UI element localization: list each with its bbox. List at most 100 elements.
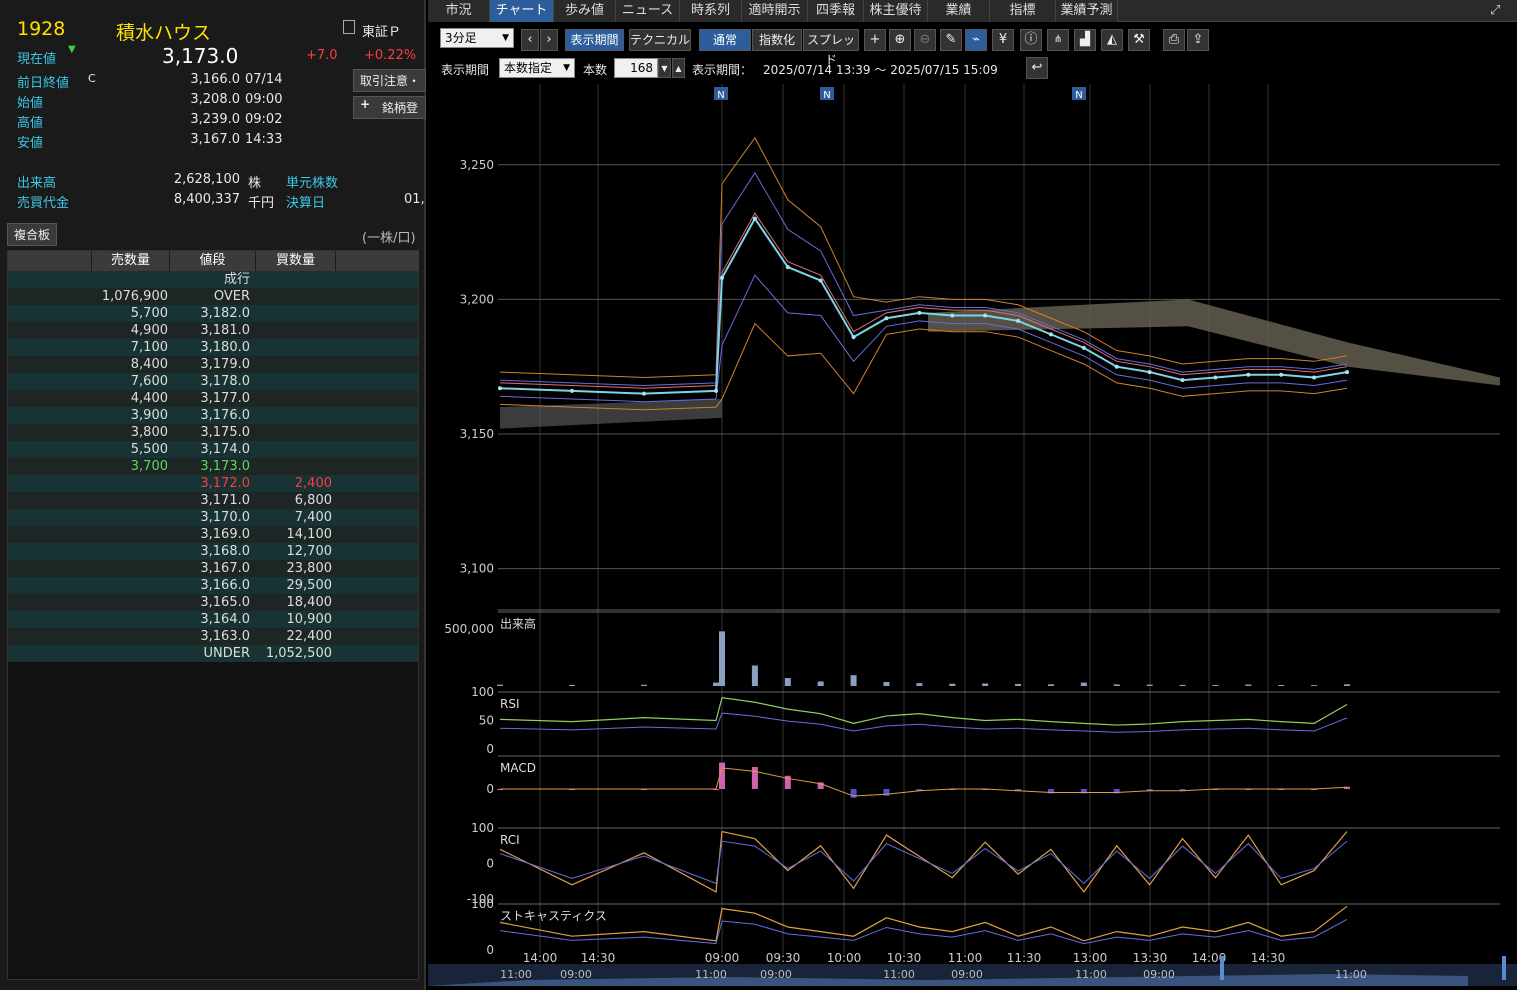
chevron-right-icon[interactable]: › [540,29,558,51]
yen-icon[interactable]: ¥ [992,29,1014,51]
indicator-line [499,840,1348,885]
board-row[interactable]: 4,400 3,177.0 [8,390,418,407]
line-tool-icon[interactable]: ⌁ [965,29,987,51]
price-point [1213,375,1218,380]
period-mode-select[interactable]: 本数指定 ▼ [499,58,575,78]
board-title-button[interactable]: 複合板 [7,223,58,246]
tab-item[interactable]: 時系列 [680,0,742,22]
tab-item[interactable]: チャート [490,0,554,22]
board-row[interactable]: 5,700 3,182.0 [8,305,418,322]
x-tick-label: 10:00 [827,951,862,965]
price-point [785,265,790,270]
pencil-icon[interactable]: ✎ [940,29,962,51]
board-row[interactable]: 1,076,900 OVER [8,288,418,305]
period-label: 表示期間 [441,63,490,77]
volume-bar [1047,684,1054,686]
board-row[interactable]: 3,165.0 18,400 [8,594,418,611]
tab-item[interactable]: 四季報 [808,0,864,22]
crosshair-icon[interactable]: + [864,29,886,51]
board-price: OVER [213,289,250,304]
quote-row-label: 始値 [17,96,44,111]
tab-item[interactable]: 業績予測 [1056,0,1118,22]
count-dropdown-icon[interactable]: ▼ [658,58,671,78]
undo-icon[interactable]: ↩ [1026,57,1048,79]
board-row[interactable]: 3,168.0 12,700 [8,543,418,560]
board-row[interactable]: 3,163.0 22,400 [8,628,418,645]
board-buy-qty: 22,400 [286,629,333,644]
board-row[interactable]: 3,164.0 10,900 [8,611,418,628]
area-chart-icon[interactable]: ◭ [1101,29,1123,51]
board-price: 3,174.0 [200,442,250,457]
quote-row-time: 09:00 [245,92,283,107]
y-tick-label: 3,200 [460,292,494,306]
tab-item[interactable]: 株主優待 [864,0,928,22]
tab-item[interactable]: 歩み値 [554,0,616,22]
board-row[interactable]: 5,500 3,174.0 [8,441,418,458]
board-row[interactable]: 3,167.0 23,800 [8,560,418,577]
board-header-sell: 売数量 [92,251,170,271]
tab-item[interactable]: 業績 [928,0,990,22]
count-stepper-icon[interactable]: ▲ [672,58,685,78]
tab-item[interactable]: 市況 [428,0,490,22]
board-row[interactable]: 7,600 3,178.0 [8,373,418,390]
board-sell-qty: 5,500 [130,442,168,457]
normal-button[interactable]: 通常 [699,29,751,51]
board-buy-qty: 14,100 [286,527,333,542]
expand-icon[interactable]: ⤢ [1490,3,1500,18]
volume-bars-icon[interactable]: ▟ [1074,29,1096,51]
tab-item[interactable]: ニュース [616,0,680,22]
trade-caution-button[interactable]: 取引注意・ [353,69,426,92]
board-price: 3,168.0 [200,544,250,559]
zoom-out-icon[interactable]: ⊖ [914,29,936,51]
info-icon[interactable]: ⓘ [1020,29,1042,51]
volume-bar [850,675,857,686]
board-row[interactable]: 3,171.0 6,800 [8,492,418,509]
my-indicator-icon[interactable]: ⋔ [1047,29,1069,51]
board-row[interactable]: 成行 [8,271,418,288]
x-tick-label: 14:30 [581,951,616,965]
period-mode-value: 本数指定 [504,61,553,75]
interval-select[interactable]: 3分足 ▼ [440,28,514,48]
board-row[interactable]: 3,900 3,176.0 [8,407,418,424]
add-watchlist-button[interactable]: + 銘柄登 [353,96,426,119]
count-label: 本数 [583,63,608,77]
indicator-line [499,212,1348,389]
board-sell-qty: 4,400 [130,391,168,406]
technical-button[interactable]: テクニカル [629,29,691,51]
price-point [714,388,718,393]
export-icon[interactable]: ⇪ [1187,29,1209,51]
spread-button[interactable]: スプレッド [803,29,859,67]
board-row[interactable]: 3,800 3,175.0 [8,424,418,441]
board-buy-qty: 2,400 [294,476,332,491]
price-chart[interactable]: 3,250 3,200 3,150 3,100 N N N 14:00 14:30 09:00 09… [428,84,1517,990]
chevron-left-icon[interactable]: ‹ [521,29,539,51]
x-tick-label: 11:30 [1007,951,1042,965]
panel-title: RCI [500,833,520,847]
board-row[interactable]: 4,900 3,181.0 [8,322,418,339]
board-row[interactable]: UNDER 1,052,500 [8,645,418,662]
board-row[interactable]: 8,400 3,179.0 [8,356,418,373]
wrench-icon[interactable]: ⚒ [1128,29,1150,51]
chart-svg[interactable]: 3,250 3,200 3,150 3,100 N N N 14:00 14:30 09:00 09… [428,84,1517,990]
volume-bar [1113,684,1120,686]
board-price: 3,173.0 [200,459,250,474]
price-point [1279,372,1284,377]
board-row[interactable]: 3,700 3,173.0 [8,458,418,475]
board-row[interactable]: 3,172.0 2,400 [8,475,418,492]
display-period-button[interactable]: 表示期間 [565,29,624,51]
zoom-in-icon[interactable]: ⊕ [889,29,911,51]
y-tick-label: 3,150 [460,427,494,441]
volume-value: 2,628,100 [173,172,240,187]
document-icon[interactable] [343,20,355,34]
quote-row-label: 安値 [17,136,44,151]
board-row[interactable]: 7,100 3,180.0 [8,339,418,356]
count-input[interactable]: 168 [614,58,658,78]
board-row[interactable]: 3,170.0 7,400 [8,509,418,526]
tab-item[interactable]: 適時開示 [742,0,808,22]
chart-panel: 市況 チャート 歩み値 ニュース 時系列 適時開示 四季報 株主優待 業績 指標 業績予測 ⤢ 3分… [428,0,1517,990]
print-icon[interactable]: ⎙ [1163,29,1185,51]
tab-item[interactable]: 指標 [990,0,1056,22]
board-row[interactable]: 3,166.0 29,500 [8,577,418,594]
index-button[interactable]: 指数化 [752,29,802,51]
board-row[interactable]: 3,169.0 14,100 [8,526,418,543]
